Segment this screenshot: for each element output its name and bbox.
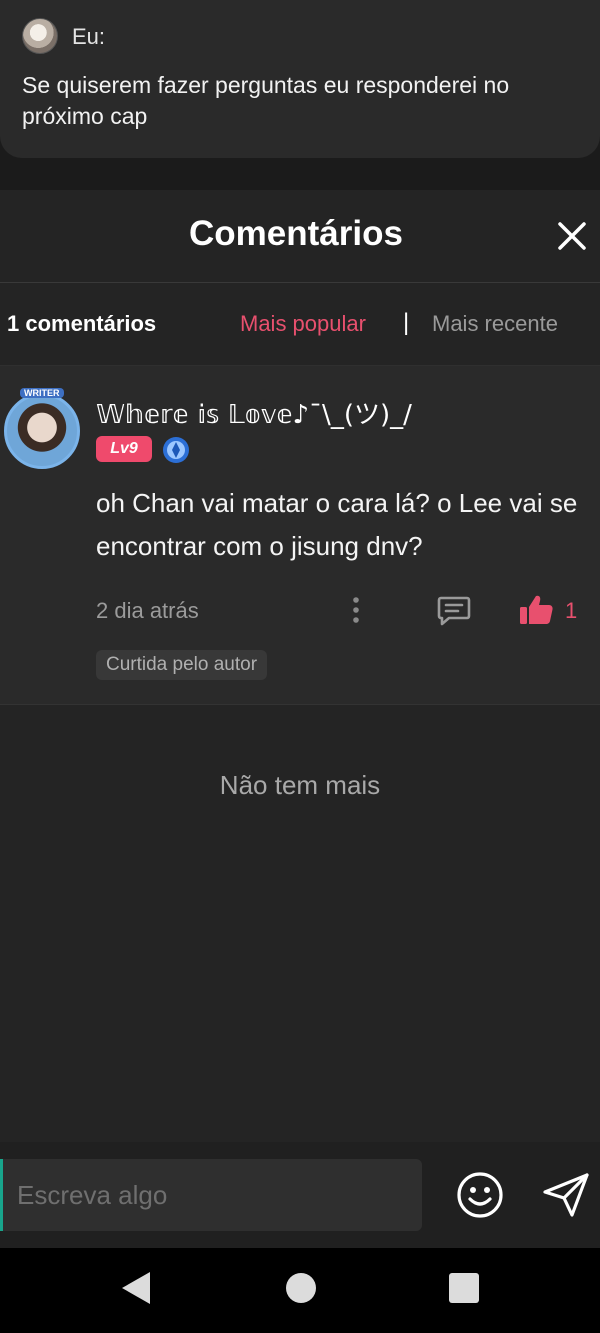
end-of-list-message: Não tem mais (219, 770, 381, 800)
home-icon[interactable] (285, 1272, 317, 1304)
close-button[interactable] (548, 212, 596, 260)
recent-apps-icon[interactable] (448, 1272, 480, 1304)
emoji-icon (457, 1172, 503, 1218)
reply-icon (437, 596, 471, 626)
back-icon[interactable] (118, 1268, 154, 1308)
commenter-avatar[interactable] (4, 393, 80, 469)
panel-header: Comentários (0, 190, 600, 283)
sort-bar: 1 comentários Mais popular | Mais recent… (0, 283, 600, 366)
comment-text: oh Chan vai matar o cara lá? o Lee vai s… (96, 488, 578, 561)
comment-input-bar (0, 1142, 600, 1248)
note-author-label: Eu: (72, 24, 106, 49)
sort-separator: | (403, 309, 410, 336)
emoji-button[interactable] (455, 1170, 505, 1220)
note-text: Se quiserem fazer perguntas eu responder… (22, 72, 510, 129)
like-button[interactable] (518, 592, 554, 628)
thumbs-up-icon (520, 595, 553, 624)
send-button[interactable] (540, 1170, 592, 1220)
like-count: 1 (565, 598, 578, 623)
send-icon (543, 1173, 589, 1217)
comment-time: 2 dia atrás (96, 598, 199, 623)
commenter-name[interactable]: 𝕎𝕙𝕖𝕣𝕖 𝕚𝕤 𝕃𝕠𝕧𝕖♪¯\_(ツ)_/ (96, 394, 412, 431)
author-avatar (22, 18, 58, 54)
reply-button[interactable] (436, 594, 472, 628)
rank-badge-icon (163, 437, 189, 463)
comment-item: WRITER 𝕎𝕙𝕖𝕣𝕖 𝕚𝕤 𝕃𝕠𝕧𝕖♪¯\_(ツ)_/ Lv9 oh Cha… (0, 366, 600, 705)
sort-recent-tab[interactable]: Mais recente (432, 311, 558, 337)
sort-popular-tab[interactable]: Mais popular (240, 311, 366, 337)
level-badge: Lv9 (96, 436, 152, 462)
author-note-card: Eu: Se quiserem fazer perguntas eu respo… (0, 0, 600, 158)
comment-count: 1 comentários (7, 311, 157, 336)
comment-input[interactable] (0, 1159, 422, 1231)
close-icon (558, 222, 586, 250)
writer-badge: WRITER (20, 388, 64, 398)
more-options-button[interactable] (344, 594, 368, 626)
comments-panel: Comentários 1 comentários Mais popular |… (0, 190, 600, 1142)
panel-title: Comentários (189, 214, 403, 253)
system-nav-bar (0, 1248, 600, 1333)
more-vertical-icon (353, 597, 359, 623)
liked-by-author-tag: Curtida pelo autor (96, 650, 268, 680)
